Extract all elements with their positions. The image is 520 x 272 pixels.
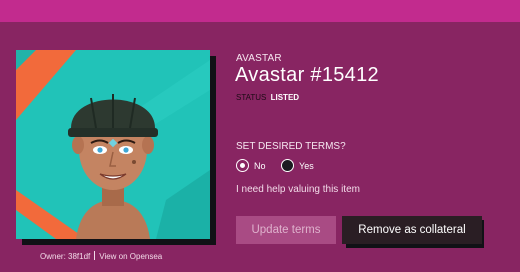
radio-no-label[interactable]: No bbox=[254, 161, 266, 171]
radio-yes-label[interactable]: Yes bbox=[299, 161, 314, 171]
divider bbox=[94, 251, 96, 260]
owner-row: Owner: 38f1df View on Opensea bbox=[40, 251, 162, 261]
owner-label: Owner: 38f1df bbox=[40, 252, 91, 261]
collection-label: AVASTAR bbox=[236, 53, 282, 64]
radio-yes[interactable] bbox=[281, 159, 295, 172]
update-terms-button[interactable]: Update terms bbox=[236, 216, 336, 244]
help-valuing-link[interactable]: I need help valuing this item bbox=[236, 184, 360, 195]
opensea-link[interactable]: View on Opensea bbox=[99, 252, 162, 261]
remove-collateral-button[interactable]: Remove as collateral bbox=[342, 216, 482, 244]
top-banner bbox=[0, 0, 520, 22]
status-key: STATUS bbox=[236, 93, 267, 102]
terms-question: SET DESIRED TERMS? bbox=[236, 141, 346, 152]
radio-no[interactable] bbox=[236, 159, 249, 172]
terms-radio-group: No Yes bbox=[236, 159, 327, 172]
status-badge: LISTED bbox=[270, 93, 300, 102]
avatar-artwork bbox=[16, 50, 210, 239]
nft-title: Avastar #15412 bbox=[235, 64, 379, 86]
status-row: STATUS LISTED bbox=[236, 93, 299, 102]
